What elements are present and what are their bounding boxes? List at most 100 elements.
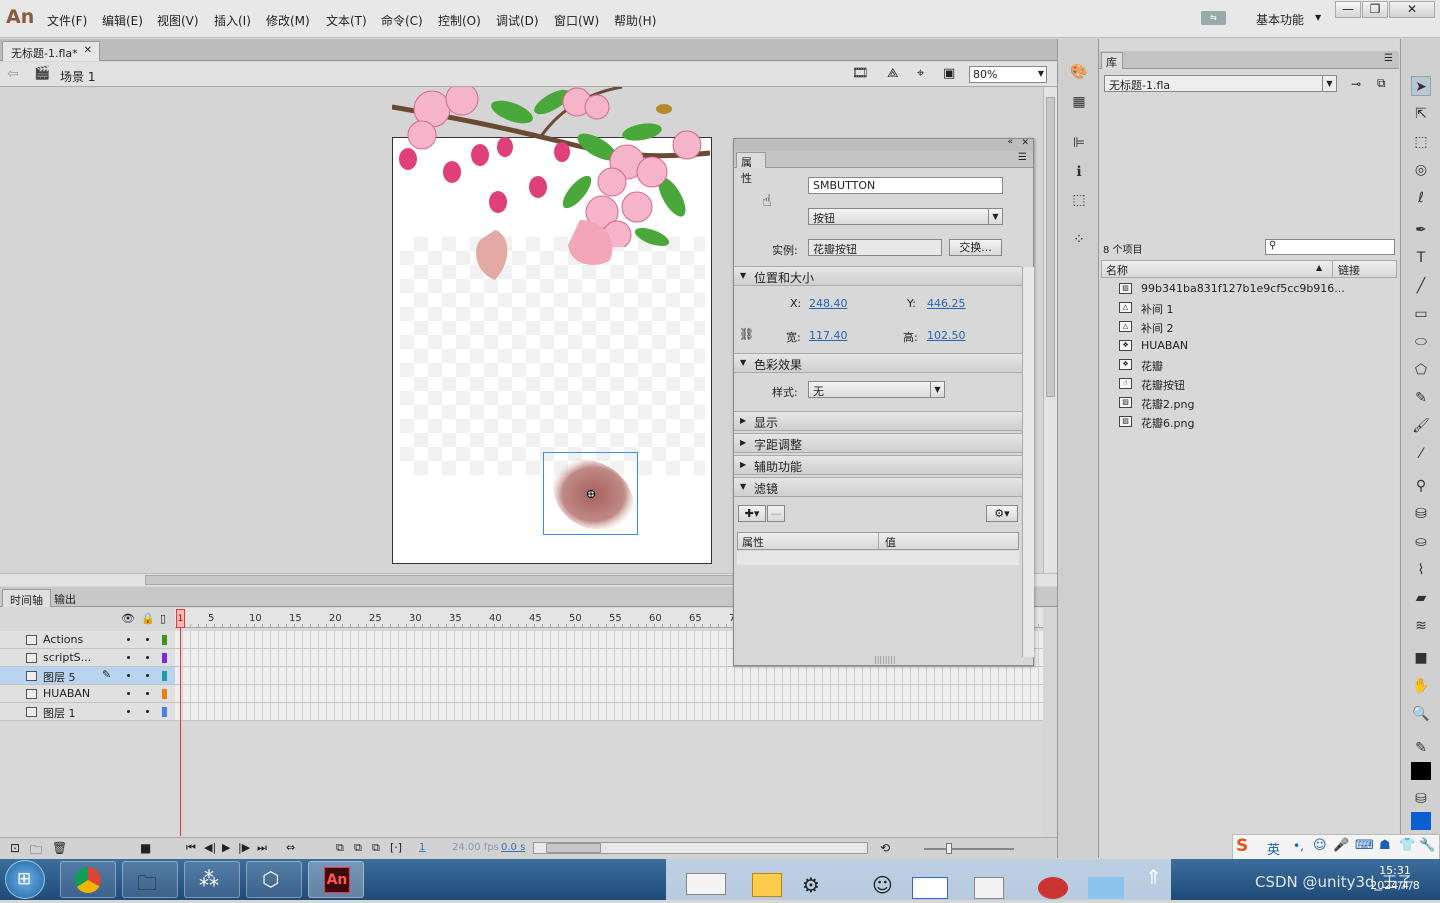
frames-row[interactable] (175, 703, 1043, 721)
chrome-taskbar-button[interactable] (60, 861, 116, 898)
film-reel-icon[interactable]: ⚙ (802, 873, 820, 897)
add-filter-button[interactable]: ✚▾ (738, 505, 766, 522)
library-search-input[interactable]: ⚲ (1265, 239, 1395, 255)
layer-color[interactable] (162, 689, 167, 699)
playhead[interactable]: 1 (176, 609, 185, 628)
fill-color-icon[interactable]: ⛁ (1411, 789, 1431, 809)
section-position-size[interactable]: ▼ 位置和大小 (734, 266, 1022, 286)
layer-color[interactable] (162, 707, 167, 717)
polystar-tool-icon[interactable]: ⬠ (1411, 360, 1431, 380)
lock-dot[interactable] (146, 692, 149, 695)
filter-options-gear-icon[interactable]: ⚙▾ (986, 505, 1018, 522)
hand-tool-icon[interactable]: ✋ (1411, 676, 1431, 696)
tab-properties[interactable]: 属性 (736, 152, 766, 185)
visible-dot[interactable] (127, 692, 130, 695)
document-tab[interactable]: 无标题-1.fla* ✕ (2, 41, 100, 61)
subselection-tool-icon[interactable]: ⇱ (1411, 104, 1431, 124)
paint-brush-tool-icon[interactable]: 🖌 (1411, 416, 1431, 436)
layer-row-layer5[interactable]: 图层 5 ✎ (0, 667, 175, 685)
section-display[interactable]: ▶ 显示 (734, 411, 1022, 431)
current-frame[interactable]: 1 (419, 842, 425, 853)
layer-color[interactable] (162, 635, 167, 645)
menu-view[interactable]: 视图(V) (157, 12, 199, 29)
transform-icon[interactable]: ⬚ (1070, 191, 1088, 209)
info-icon[interactable]: ℹ (1070, 163, 1088, 181)
pin-icon[interactable]: ⊸ (1351, 77, 1361, 91)
show-hidden-icons-icon[interactable]: ⇑ (1145, 865, 1162, 889)
instance-name-field[interactable]: SMBUTTON (808, 177, 1003, 194)
last-frame-icon[interactable]: ⏭ (257, 841, 267, 855)
free-transform-tool-icon[interactable]: ⬚ (1411, 132, 1431, 152)
visible-dot[interactable] (127, 656, 130, 659)
menu-help[interactable]: 帮助(H) (614, 12, 656, 29)
menu-commands[interactable]: 命令(C) (381, 12, 423, 29)
align-icon[interactable]: ⊫ (1070, 134, 1088, 152)
section-color-effect[interactable]: ▼ 色彩效果 (734, 353, 1022, 373)
remove-filter-button[interactable]: — (767, 505, 785, 522)
text-tool-icon[interactable]: T (1411, 248, 1431, 268)
pencil-tool-icon[interactable]: ✎ (1411, 388, 1431, 408)
panel-menu-icon[interactable]: ☰ (1018, 152, 1027, 163)
center-frame-icon[interactable]: ⟲ (880, 841, 890, 855)
height-value[interactable]: 102.50 (927, 329, 966, 342)
zoom-tool-icon[interactable]: 🔍 (1411, 704, 1431, 724)
edit-multiple-icon[interactable]: ⧉ (372, 841, 380, 855)
stage-vertical-scrollbar[interactable] (1043, 87, 1057, 573)
eye-icon[interactable]: 👁 (121, 612, 135, 625)
new-layer-icon[interactable]: ⊡ (10, 841, 20, 855)
animate-taskbar-button[interactable]: An (308, 861, 364, 898)
person-icon[interactable]: ☺ (872, 873, 893, 897)
section-accessibility[interactable]: ▶ 辅助功能 (734, 455, 1022, 475)
eraser-tool-icon[interactable]: ▰ (1411, 588, 1431, 608)
menu-debug[interactable]: 调试(D) (496, 12, 539, 29)
menu-file[interactable]: 文件(F) (47, 12, 87, 29)
color-style-select[interactable]: 无 ▼ (808, 381, 945, 398)
visible-dot[interactable] (127, 674, 130, 677)
selected-button-instance[interactable] (543, 452, 638, 535)
filter-table-body[interactable] (737, 551, 1019, 565)
ime-language[interactable]: 英 (1267, 839, 1280, 858)
x-value[interactable]: 248.40 (809, 297, 848, 310)
3d-rotation-tool-icon[interactable]: ◎ (1411, 160, 1431, 180)
edit-symbols-icon[interactable]: ⟁ (887, 66, 899, 81)
bone-tool-icon[interactable]: ⚲ (1411, 476, 1431, 496)
width-value[interactable]: 117.40 (809, 329, 848, 342)
skin-icon[interactable]: 👕 (1399, 838, 1415, 853)
camera-tool-icon[interactable]: ■ (1411, 648, 1431, 668)
edit-scene-icon[interactable]: 🎞 (852, 66, 869, 81)
tab-output[interactable]: 输出 (47, 589, 83, 607)
swap-button[interactable]: 交换... (949, 239, 1002, 256)
lock-dot[interactable] (146, 674, 149, 677)
oval-tool-icon[interactable]: ⬭ (1411, 332, 1431, 352)
explorer-taskbar-button[interactable]: 🗀 (122, 861, 178, 898)
section-filters[interactable]: ▼ 滤镜 (734, 477, 1022, 497)
microphone-icon[interactable]: 🎤 (1333, 838, 1349, 853)
width-tool-icon[interactable]: ≋ (1411, 616, 1431, 636)
frames-row[interactable] (175, 667, 1043, 685)
line-tool-icon[interactable]: ╱ (1411, 276, 1431, 296)
system-clock[interactable]: 15:31 2024/4/8 (1360, 863, 1430, 893)
eyedropper-tool-icon[interactable]: ⌇ (1411, 560, 1431, 580)
center-stage-icon[interactable]: ⌖ (917, 66, 924, 81)
chevron-down-icon[interactable]: ▼ (1315, 13, 1321, 22)
stroke-color-swatch[interactable] (1411, 762, 1431, 780)
window-thumbnail[interactable] (752, 873, 782, 897)
outline-icon[interactable]: ▯ (160, 612, 166, 625)
lasso-tool-icon[interactable]: ℓ (1411, 188, 1431, 208)
layer-row-scripts[interactable]: scriptS... (0, 649, 175, 667)
menu-edit[interactable]: 编辑(E) (102, 12, 143, 29)
layer-row-huaban[interactable]: HUABAN (0, 685, 175, 703)
lock-dot[interactable] (146, 710, 149, 713)
menu-insert[interactable]: 插入(I) (214, 12, 251, 29)
lock-icon[interactable]: 🔒 (141, 612, 155, 625)
minimize-button[interactable]: — (1335, 1, 1361, 18)
paint-bucket-tool-icon[interactable]: ⛁ (1411, 504, 1431, 524)
menu-window[interactable]: 窗口(W) (554, 12, 599, 29)
fill-color-swatch[interactable] (1411, 812, 1431, 830)
first-frame-icon[interactable]: ⏮ (186, 841, 196, 855)
camera-icon[interactable]: ■ (140, 841, 151, 855)
symbol-type-select[interactable]: 按钮 ▼ (808, 208, 1003, 225)
window-thumbnail[interactable] (1088, 877, 1124, 899)
frame-rate[interactable]: 24.00 fps (452, 842, 499, 853)
panel-drag-bar[interactable]: « ✕ (734, 137, 1033, 151)
